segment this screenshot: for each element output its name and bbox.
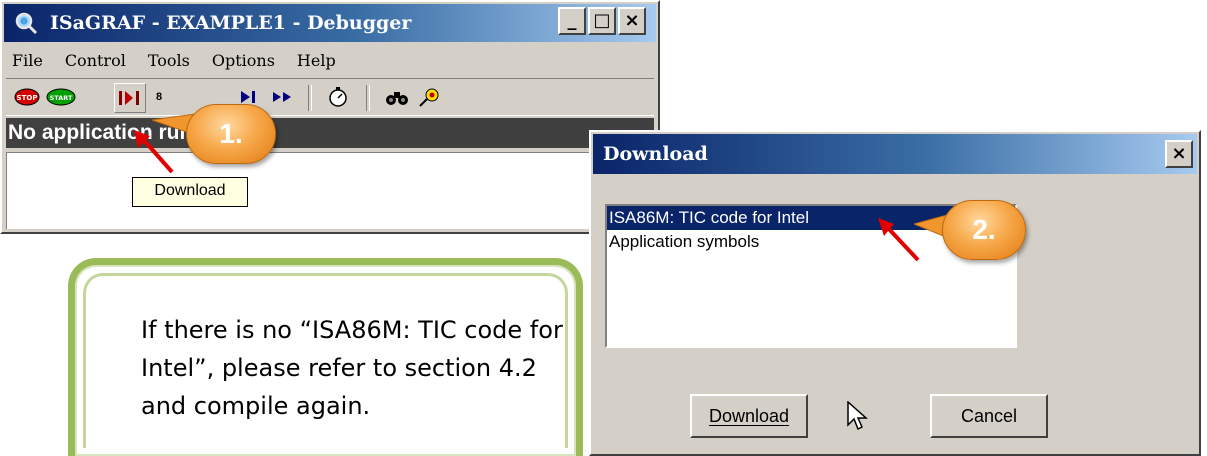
note-text: If there is no “ISA86M: TIC code for Int… bbox=[141, 316, 563, 420]
callout-step-1: 1. bbox=[186, 104, 276, 164]
maximize-icon: □ bbox=[593, 10, 611, 31]
start-icon: START bbox=[46, 88, 76, 106]
menu-options[interactable]: Options bbox=[212, 51, 275, 70]
callout-step-1-label: 1. bbox=[219, 118, 243, 149]
find-button[interactable] bbox=[384, 87, 410, 107]
download-dialog-title: Download bbox=[603, 143, 708, 165]
download-button[interactable]: Download bbox=[690, 394, 808, 438]
debugger-window: ISaGRAF - EXAMPLE1 - Debugger _ □ × File… bbox=[0, 0, 660, 234]
toolbar: STOP START 8 bbox=[6, 78, 654, 116]
minimize-button[interactable]: _ bbox=[558, 7, 586, 35]
cancel-button-label: Cancel bbox=[960, 405, 1018, 426]
start-button[interactable]: START bbox=[46, 87, 76, 107]
stopwatch-icon bbox=[329, 87, 347, 107]
status-area bbox=[6, 152, 654, 229]
note-box: If there is no “ISA86M: TIC code for Int… bbox=[68, 258, 583, 456]
download-dialog-titlebar[interactable]: Download bbox=[593, 134, 1197, 174]
stop-icon: STOP bbox=[14, 88, 40, 106]
menu-file[interactable]: File bbox=[12, 51, 43, 70]
mouse-cursor-icon bbox=[847, 401, 868, 431]
download-icon bbox=[119, 91, 139, 105]
callout-step-2-label: 2. bbox=[972, 214, 996, 245]
download-tooltip-text: Download bbox=[154, 182, 226, 199]
menu-help[interactable]: Help bbox=[297, 51, 336, 70]
svg-text:START: START bbox=[50, 94, 73, 102]
debugger-title: ISaGRAF - EXAMPLE1 - Debugger bbox=[50, 12, 412, 34]
run-icon-partial[interactable]: 8 bbox=[152, 87, 166, 107]
menubar: File Control Tools Options Help bbox=[4, 46, 656, 74]
maximize-button[interactable]: □ bbox=[588, 7, 616, 35]
timer-button[interactable] bbox=[326, 87, 350, 107]
download-dialog: Download × ISA86M: TIC code for Intel Ap… bbox=[589, 130, 1201, 456]
callout-step-2: 2. bbox=[942, 200, 1026, 260]
close-icon: × bbox=[624, 10, 640, 31]
close-button[interactable]: × bbox=[618, 7, 646, 35]
menu-control[interactable]: Control bbox=[65, 51, 126, 70]
status-bar: No application running bbox=[6, 118, 654, 148]
dialog-close-button[interactable]: × bbox=[1165, 140, 1193, 168]
binoculars-icon bbox=[386, 92, 408, 105]
menu-tools[interactable]: Tools bbox=[148, 51, 190, 70]
svg-text:STOP: STOP bbox=[17, 94, 38, 102]
download-toolbar-button[interactable] bbox=[114, 83, 146, 113]
spy-icon bbox=[419, 88, 439, 107]
download-button-label: Download bbox=[708, 405, 790, 426]
fast-forward-icon bbox=[273, 92, 291, 102]
fast-forward-button[interactable] bbox=[270, 87, 296, 107]
toolbar-separator bbox=[366, 85, 370, 111]
close-icon: × bbox=[1171, 143, 1187, 164]
spy-button[interactable] bbox=[416, 87, 444, 107]
minimize-icon: _ bbox=[567, 10, 577, 31]
download-tooltip: Download bbox=[132, 177, 248, 207]
stop-button[interactable]: STOP bbox=[14, 87, 40, 107]
cancel-button[interactable]: Cancel bbox=[930, 394, 1048, 438]
toolbar-separator bbox=[308, 85, 312, 111]
magnifier-app-icon bbox=[14, 11, 38, 35]
